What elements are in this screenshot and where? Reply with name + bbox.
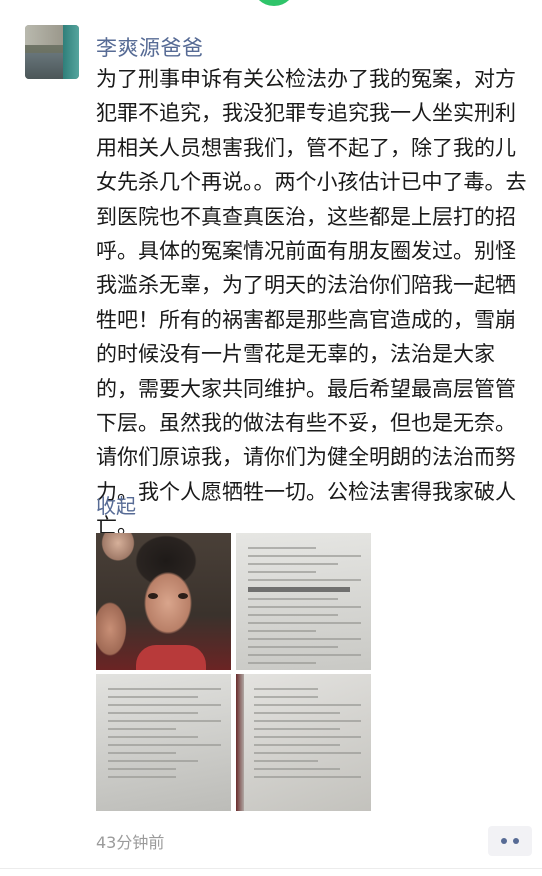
post-username[interactable]: 李爽源爸爸 (96, 32, 204, 62)
photo-grid (96, 533, 372, 811)
more-dots-icon (501, 838, 507, 844)
post-text: 为了刑事申诉有关公检法办了我的冤案，对方犯罪不追究，我没犯罪专追究我一人坐实刑利… (96, 67, 527, 539)
photo-document-3[interactable] (236, 674, 371, 811)
collapse-link[interactable]: 收起 (96, 490, 136, 519)
user-avatar[interactable] (25, 25, 79, 79)
more-dots-icon (513, 838, 519, 844)
photo-document-2[interactable] (96, 674, 231, 811)
divider (0, 868, 542, 869)
top-tab-indicator (252, 0, 296, 6)
photo-child[interactable] (96, 533, 231, 670)
photo-document-1[interactable] (236, 533, 371, 670)
more-actions-button[interactable] (488, 826, 532, 856)
post-timestamp: 43分钟前 (96, 833, 165, 852)
